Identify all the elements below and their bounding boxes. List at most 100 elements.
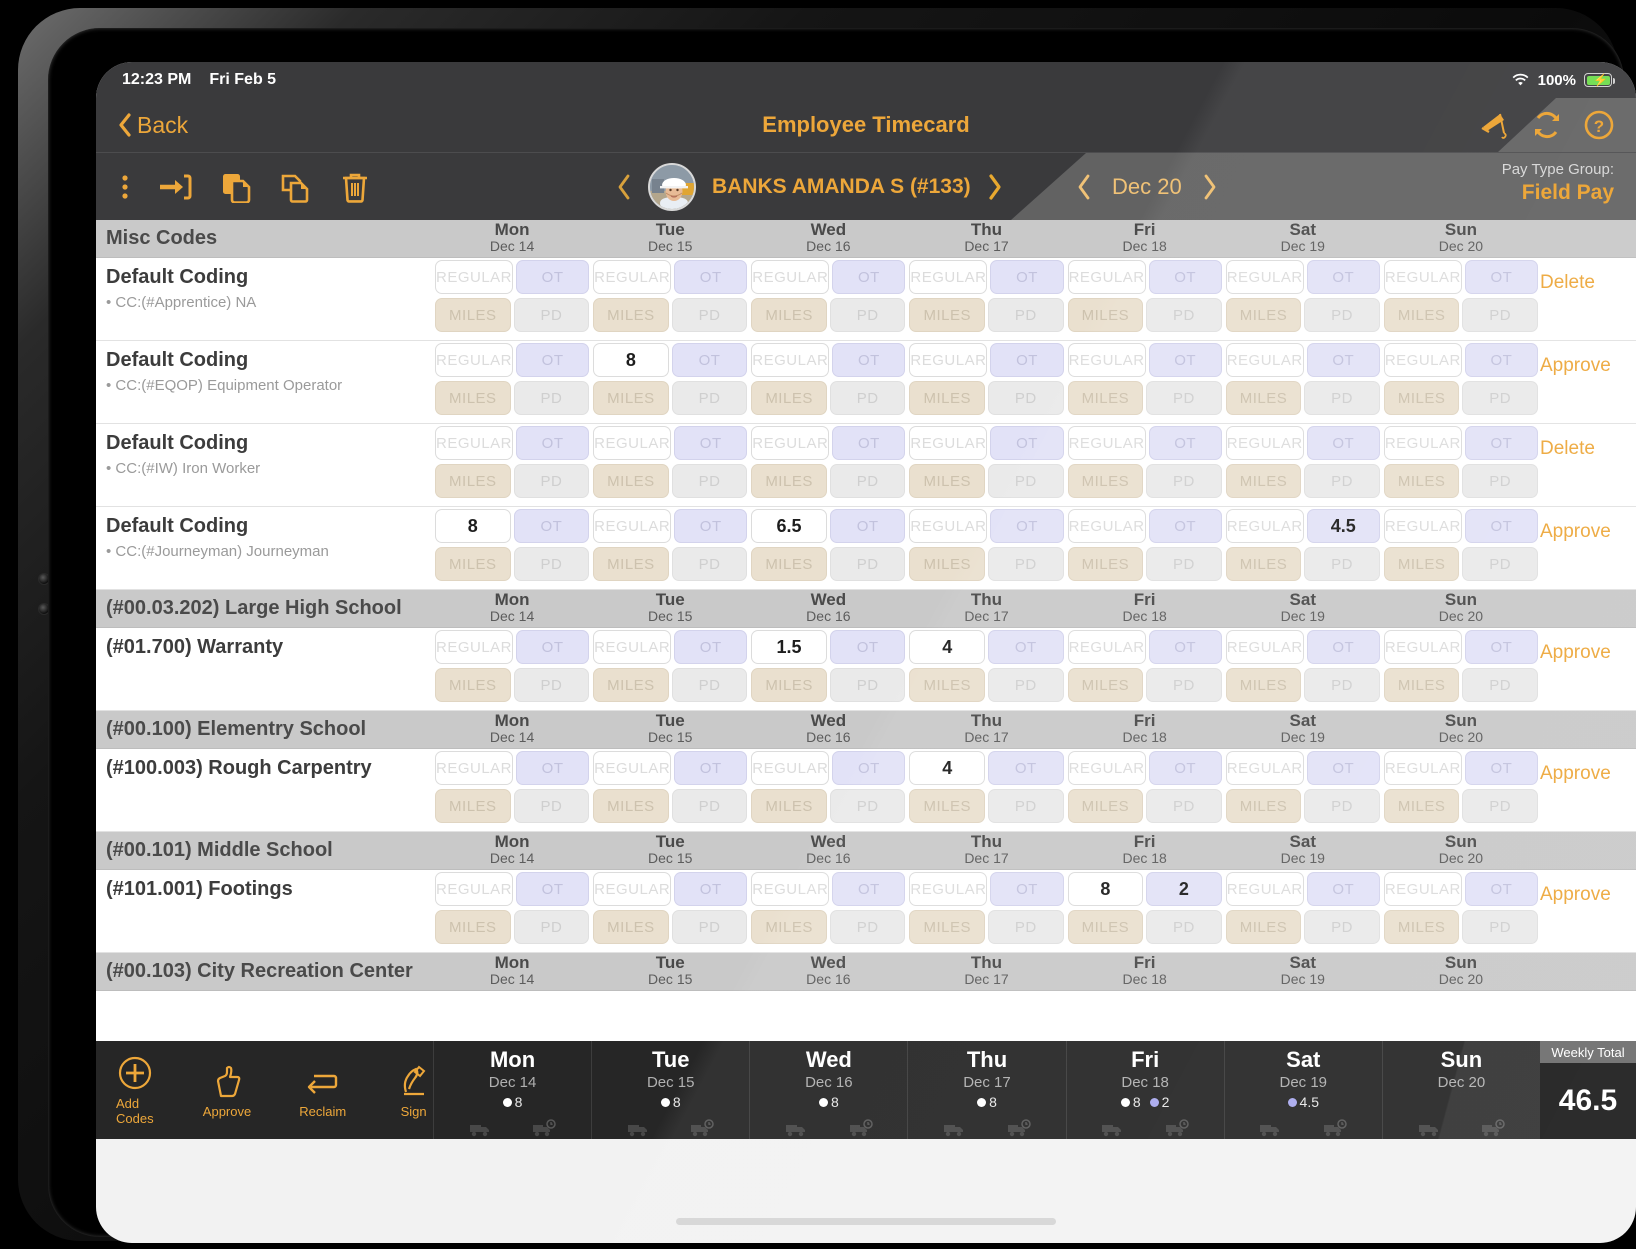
regular-input-cell[interactable]: REGULAR — [435, 872, 514, 906]
pd-input-cell[interactable]: PD — [1462, 668, 1538, 702]
employee-next-button[interactable] — [987, 173, 1003, 201]
miles-input-cell[interactable]: MILES — [593, 910, 669, 944]
pd-input-cell[interactable]: PD — [1304, 668, 1380, 702]
back-button[interactable]: Back — [118, 112, 188, 139]
more-options-icon[interactable] — [120, 172, 130, 202]
footer-day-total[interactable]: Sun Dec 20 — [1381, 1041, 1540, 1139]
regular-input-cell[interactable]: 1.5 — [751, 630, 827, 664]
ot-input-cell[interactable]: OT — [674, 630, 748, 664]
footer-day-total[interactable]: Wed Dec 16 8 — [749, 1041, 907, 1139]
pd-input-cell[interactable]: PD — [1304, 381, 1380, 415]
miles-input-cell[interactable]: MILES — [1225, 910, 1302, 944]
ot-input-cell[interactable]: OT — [990, 343, 1064, 377]
regular-input-cell[interactable]: REGULAR — [435, 426, 514, 460]
regular-input-cell[interactable]: REGULAR — [1225, 509, 1304, 543]
regular-input-cell[interactable]: REGULAR — [1225, 343, 1304, 377]
miles-input-cell[interactable]: MILES — [751, 547, 827, 581]
ot-input-cell[interactable]: OT — [829, 630, 906, 664]
regular-input-cell[interactable]: REGULAR — [1225, 260, 1304, 294]
regular-input-cell[interactable]: REGULAR — [751, 260, 830, 294]
miles-input-cell[interactable]: MILES — [751, 668, 827, 702]
pd-input-cell[interactable]: PD — [671, 789, 748, 823]
ot-input-cell[interactable]: OT — [1464, 426, 1538, 460]
ot-input-cell[interactable]: OT — [832, 260, 906, 294]
miles-input-cell[interactable]: MILES — [909, 910, 985, 944]
pd-input-cell[interactable]: PD — [671, 910, 748, 944]
pd-input-cell[interactable]: PD — [1304, 547, 1380, 581]
date-prev-button[interactable] — [1076, 173, 1092, 201]
crane-icon[interactable] — [1480, 111, 1510, 139]
row-action-button[interactable]: Approve — [1540, 642, 1611, 664]
pd-input-cell[interactable]: PD — [1146, 464, 1222, 498]
home-indicator[interactable] — [676, 1218, 1056, 1225]
regular-input-cell[interactable]: REGULAR — [1067, 260, 1146, 294]
ot-input-cell[interactable]: OT — [516, 630, 590, 664]
miles-input-cell[interactable]: MILES — [1225, 381, 1302, 415]
timecard-grid[interactable]: Misc Codes Mon Dec 14 Tue Dec 15 Wed Dec 16 Thu… — [96, 220, 1636, 1041]
miles-input-cell[interactable]: MILES — [1383, 298, 1460, 332]
miles-input-cell[interactable]: MILES — [435, 381, 511, 415]
miles-input-cell[interactable]: MILES — [1067, 298, 1144, 332]
miles-input-cell[interactable]: MILES — [1383, 547, 1460, 581]
ot-input-cell[interactable]: OT — [1464, 872, 1538, 906]
sign-button[interactable]: Sign — [394, 1062, 433, 1119]
regular-input-cell[interactable]: REGULAR — [909, 260, 988, 294]
regular-input-cell[interactable]: REGULAR — [593, 751, 672, 785]
pd-input-cell[interactable]: PD — [1146, 789, 1222, 823]
pd-input-cell[interactable]: PD — [513, 298, 590, 332]
pd-input-cell[interactable]: PD — [829, 298, 906, 332]
ot-input-cell[interactable]: OT — [1148, 260, 1222, 294]
regular-input-cell[interactable]: REGULAR — [435, 630, 514, 664]
ot-input-cell[interactable]: OT — [832, 872, 906, 906]
regular-input-cell[interactable]: REGULAR — [1383, 509, 1462, 543]
miles-input-cell[interactable]: MILES — [1225, 464, 1302, 498]
miles-input-cell[interactable]: MILES — [751, 381, 827, 415]
ot-input-cell[interactable]: OT — [674, 751, 748, 785]
regular-input-cell[interactable]: REGULAR — [1225, 751, 1304, 785]
ot-input-cell[interactable]: OT — [1306, 630, 1380, 664]
reclaim-button[interactable]: Reclaim — [299, 1062, 346, 1119]
ot-input-cell[interactable]: OT — [516, 260, 590, 294]
pd-input-cell[interactable]: PD — [988, 381, 1064, 415]
miles-input-cell[interactable]: MILES — [909, 668, 985, 702]
ot-input-cell[interactable]: OT — [832, 751, 906, 785]
regular-input-cell[interactable]: REGULAR — [909, 872, 988, 906]
miles-input-cell[interactable]: MILES — [1067, 668, 1144, 702]
ot-input-cell[interactable]: OT — [990, 872, 1064, 906]
regular-input-cell[interactable]: REGULAR — [909, 426, 988, 460]
ot-input-cell[interactable]: OT — [1306, 343, 1380, 377]
pd-input-cell[interactable]: PD — [513, 381, 590, 415]
ot-input-cell[interactable]: OT — [513, 509, 590, 543]
pd-input-cell[interactable]: PD — [988, 910, 1064, 944]
row-label[interactable]: (#100.003) Rough Carpentry — [96, 749, 433, 831]
miles-input-cell[interactable]: MILES — [1067, 547, 1144, 581]
pd-input-cell[interactable]: PD — [1462, 910, 1538, 944]
miles-input-cell[interactable]: MILES — [435, 789, 511, 823]
regular-input-cell[interactable]: REGULAR — [435, 751, 514, 785]
regular-input-cell[interactable]: REGULAR — [909, 509, 988, 543]
miles-input-cell[interactable]: MILES — [1067, 381, 1144, 415]
regular-input-cell[interactable]: REGULAR — [751, 343, 830, 377]
miles-input-cell[interactable]: MILES — [435, 910, 511, 944]
regular-input-cell[interactable]: 4 — [909, 630, 985, 664]
pd-input-cell[interactable]: PD — [513, 464, 590, 498]
pd-input-cell[interactable]: PD — [671, 298, 748, 332]
refresh-icon[interactable] — [1532, 111, 1562, 139]
ot-input-cell[interactable]: OT — [674, 260, 748, 294]
ot-input-cell[interactable]: OT — [988, 630, 1064, 664]
regular-input-cell[interactable]: REGULAR — [751, 426, 830, 460]
regular-input-cell[interactable]: REGULAR — [593, 509, 672, 543]
pd-input-cell[interactable]: PD — [1462, 464, 1538, 498]
ot-input-cell[interactable]: OT — [1464, 630, 1538, 664]
regular-input-cell[interactable]: REGULAR — [593, 426, 672, 460]
ot-input-cell[interactable]: 2 — [1146, 872, 1222, 906]
row-label[interactable]: (#101.001) Footings — [96, 870, 433, 952]
ot-input-cell[interactable]: OT — [1148, 509, 1222, 543]
regular-input-cell[interactable]: REGULAR — [1067, 751, 1146, 785]
miles-input-cell[interactable]: MILES — [1383, 910, 1460, 944]
pd-input-cell[interactable]: PD — [1146, 668, 1222, 702]
miles-input-cell[interactable]: MILES — [593, 668, 669, 702]
pd-input-cell[interactable]: PD — [829, 464, 906, 498]
regular-input-cell[interactable]: REGULAR — [1067, 509, 1146, 543]
ot-input-cell[interactable]: OT — [829, 509, 906, 543]
